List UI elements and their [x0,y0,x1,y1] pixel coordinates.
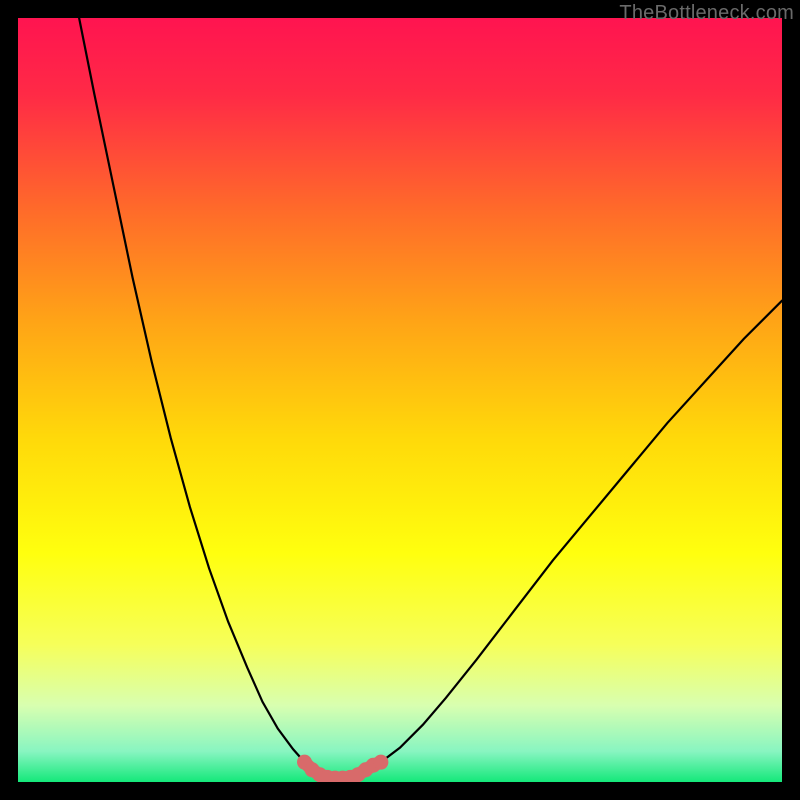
bottom-highlight-bead [373,755,388,770]
chart-frame [18,18,782,782]
chart-background-gradient [18,18,782,782]
bottleneck-chart [18,18,782,782]
watermark-text: TheBottleneck.com [619,2,794,25]
